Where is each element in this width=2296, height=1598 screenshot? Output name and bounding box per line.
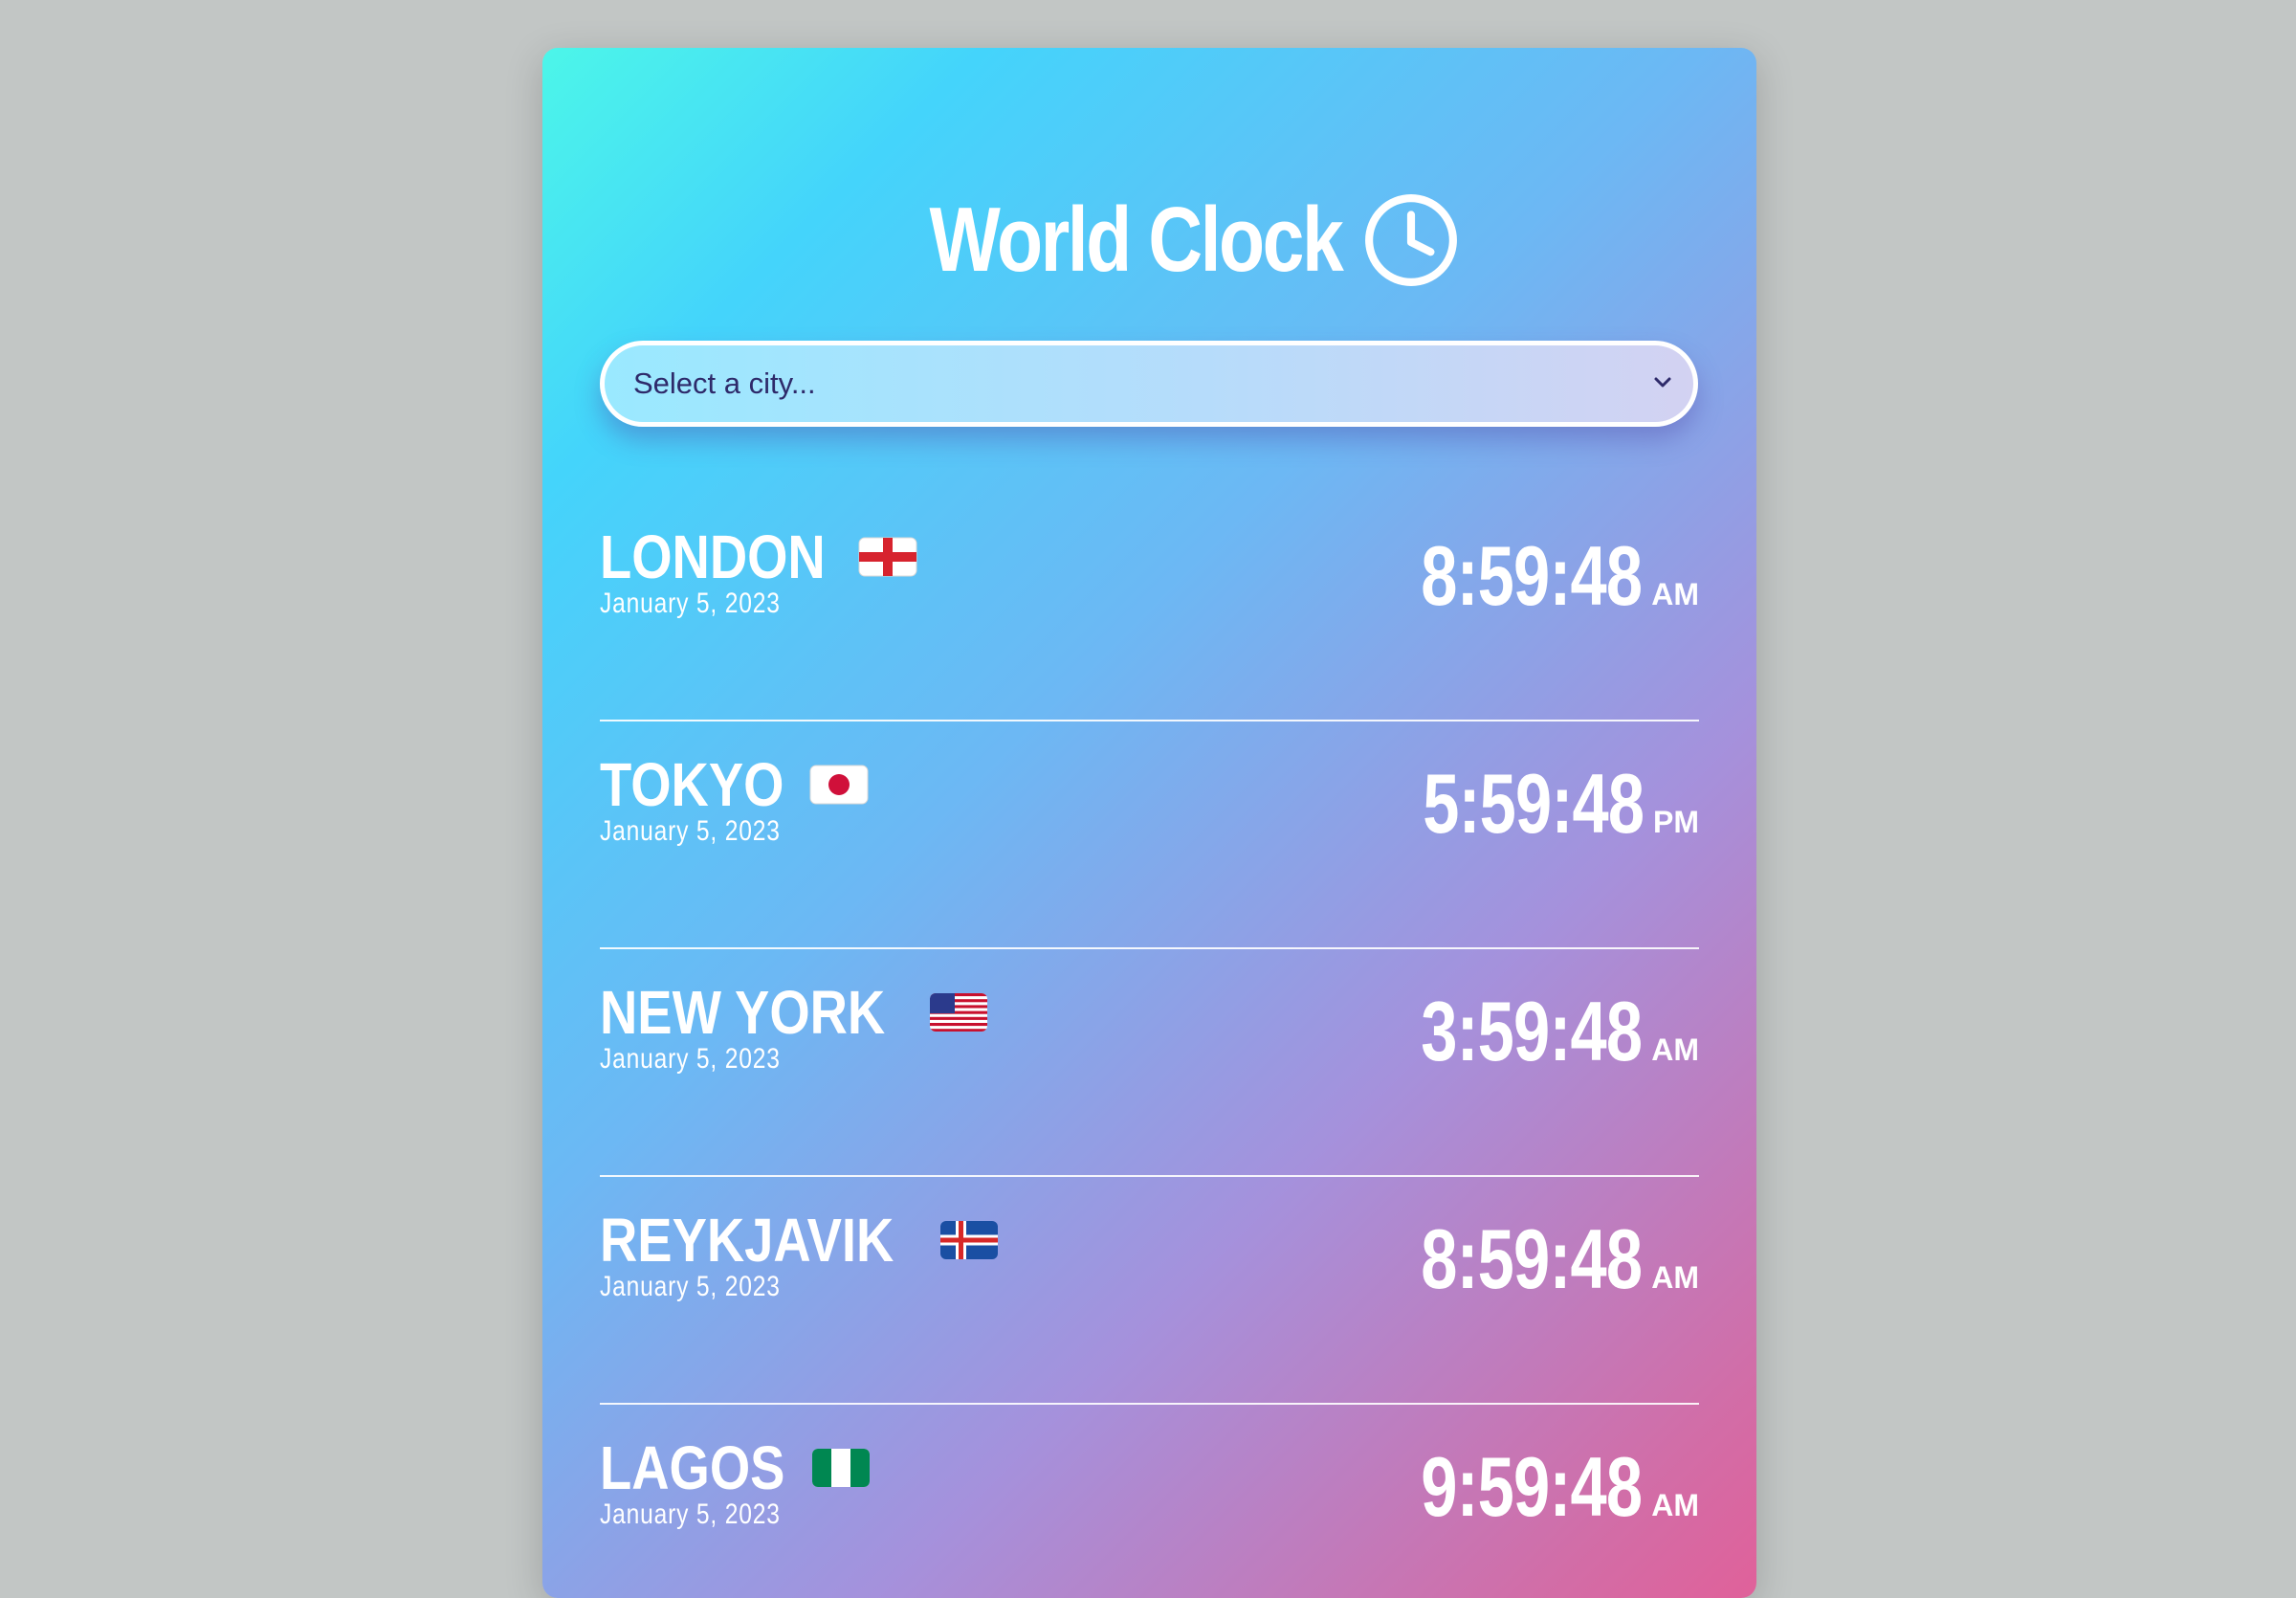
- city-select-placeholder: Select a city...: [633, 366, 816, 400]
- time-value: 3:59:48: [1421, 984, 1643, 1078]
- city-name: REYKJAVIK: [600, 1206, 894, 1275]
- city-name: LAGOS: [600, 1433, 785, 1502]
- city-date: January 5, 2023: [600, 588, 781, 619]
- am-pm-label: AM: [1651, 577, 1699, 611]
- city-date: January 5, 2023: [600, 1043, 781, 1075]
- city-date: January 5, 2023: [600, 1498, 781, 1530]
- city-row-tokyo: TOKYO January 5, 2023 5:59:48 PM: [600, 721, 1699, 949]
- world-clock-card: World Clock Select a city... LONDON Janu…: [542, 48, 1756, 1598]
- header: World Clock: [542, 191, 1756, 289]
- city-time: 8:59:48 AM: [1358, 534, 1699, 618]
- am-pm-label: AM: [1651, 1260, 1699, 1295]
- am-pm-label: AM: [1651, 1032, 1699, 1067]
- time-value: 8:59:48: [1421, 1211, 1643, 1306]
- chevron-down-icon: [1654, 377, 1671, 388]
- time-value: 8:59:48: [1421, 528, 1643, 623]
- city-row-lagos: LAGOS January 5, 2023 9:59:48 AM: [600, 1405, 1699, 1598]
- city-select[interactable]: Select a city...: [600, 341, 1698, 427]
- nigeria-flag-icon: [811, 1449, 870, 1487]
- city-row-london: LONDON January 5, 2023 8:59:48 AM: [600, 494, 1699, 721]
- city-name: LONDON: [600, 522, 826, 591]
- am-pm-label: AM: [1651, 1488, 1699, 1522]
- city-name: TOKYO: [600, 750, 784, 819]
- usa-flag-icon: [929, 993, 987, 1032]
- time-value: 5:59:48: [1422, 756, 1645, 851]
- clock-icon: [1365, 194, 1458, 286]
- am-pm-label: PM: [1653, 805, 1699, 839]
- city-time: 5:59:48 PM: [1360, 762, 1699, 846]
- city-time: 3:59:48 AM: [1358, 989, 1699, 1074]
- city-name: NEW YORK: [600, 978, 886, 1047]
- time-value: 9:59:48: [1421, 1439, 1643, 1534]
- city-time: 9:59:48 AM: [1358, 1445, 1699, 1529]
- japan-flag-icon: [809, 765, 869, 805]
- city-date: January 5, 2023: [600, 1271, 781, 1302]
- city-row-reykjavik: REYKJAVIK January 5, 2023 8:59:48 AM: [600, 1177, 1699, 1405]
- page-title: World Clock: [929, 189, 1343, 291]
- england-flag-icon: [858, 537, 917, 577]
- iceland-flag-icon: [939, 1221, 998, 1259]
- city-row-new-york: NEW YORK January 5, 2023 3:59:48 AM: [600, 949, 1699, 1177]
- city-time: 8:59:48 AM: [1358, 1217, 1699, 1301]
- city-date: January 5, 2023: [600, 815, 781, 847]
